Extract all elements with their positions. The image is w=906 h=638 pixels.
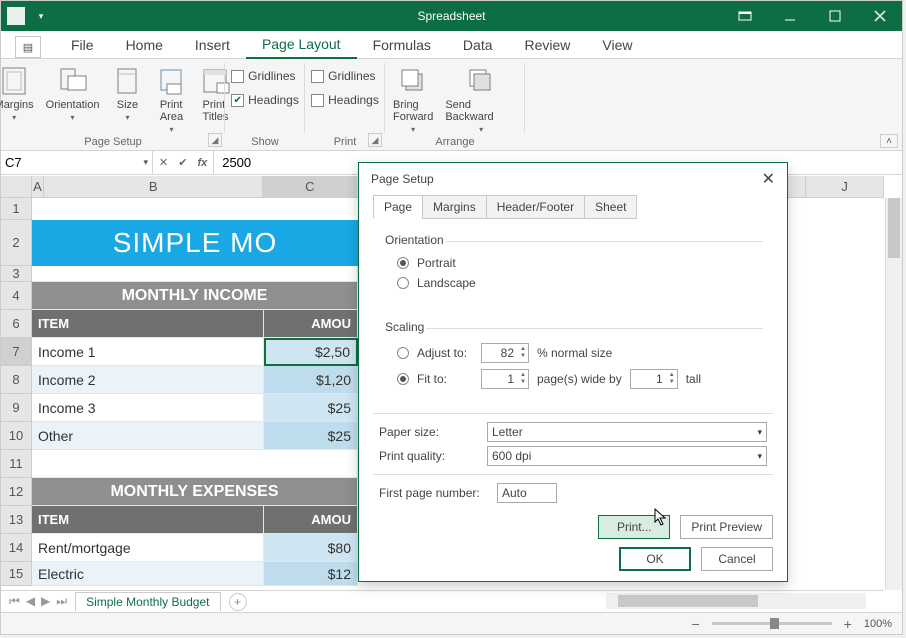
adjust-value[interactable]: 82 — [481, 343, 529, 363]
ribbon-tabs: ▤ File Home Insert Page Layout Formulas … — [1, 31, 902, 59]
group-pagesetup: Page Setup — [7, 135, 219, 149]
print-headings-check[interactable]: Headings — [311, 93, 379, 107]
orientation-label: Orientation — [383, 233, 446, 247]
collapse-ribbon[interactable]: ˄ — [880, 134, 898, 148]
cell-b10[interactable]: Other — [32, 422, 264, 450]
group-arrange: Arrange — [391, 135, 519, 149]
tab-insert[interactable]: Insert — [179, 33, 246, 58]
ok-button[interactable]: OK — [619, 547, 691, 571]
ribbon: Margins▾ Orientation▾ Size▾ Print Area▾ … — [1, 59, 902, 151]
tab-view[interactable]: View — [586, 33, 648, 58]
show-gridlines-check[interactable]: Gridlines — [231, 69, 295, 83]
paper-size-combo[interactable]: Letter▾ — [487, 422, 767, 442]
print-area-button[interactable]: Print Area▾ — [153, 63, 189, 136]
file-button[interactable]: ▤ — [15, 36, 41, 58]
new-sheet-button[interactable]: + — [229, 593, 247, 611]
title-banner: SIMPLE MO — [32, 220, 358, 266]
fit-radio[interactable] — [397, 373, 409, 385]
scaling-label: Scaling — [383, 320, 426, 334]
name-box[interactable]: C7▾ — [1, 151, 153, 174]
fx-icon[interactable]: fx — [197, 157, 207, 169]
paper-size-label: Paper size: — [379, 425, 479, 439]
dialog-close-icon[interactable]: ✕ — [762, 169, 775, 189]
print-quality-combo[interactable]: 600 dpi▾ — [487, 446, 767, 466]
cell-b15[interactable]: Electric — [32, 562, 264, 586]
horizontal-scrollbar[interactable] — [606, 593, 866, 609]
maximize-button[interactable] — [812, 1, 857, 31]
tab-data[interactable]: Data — [447, 33, 509, 58]
sheet-tab-bar: ⏮ ◀ ▶ ⏭ Simple Monthly Budget + — [1, 590, 884, 612]
status-bar: − + 100% — [1, 612, 902, 634]
print-quality-label: Print quality: — [379, 449, 479, 463]
qat-dropdown[interactable]: ▾ — [29, 5, 53, 27]
sheet-tab[interactable]: Simple Monthly Budget — [75, 592, 220, 611]
fit-width[interactable]: 1 — [481, 369, 529, 389]
portrait-radio[interactable] — [397, 257, 409, 269]
first-page-label: First page number: — [379, 486, 489, 500]
group-show: Show — [231, 135, 299, 149]
th-item: ITEM — [32, 310, 264, 338]
landscape-radio[interactable] — [397, 277, 409, 289]
sheet-nav-next[interactable]: ▶ — [41, 594, 50, 609]
page-setup-dialog: Page Setup ✕ Page Margins Header/Footer … — [358, 162, 788, 582]
accept-formula-icon[interactable]: ✔ — [178, 156, 187, 169]
cell-c14[interactable]: $80 — [264, 534, 358, 562]
sheet-nav-prev[interactable]: ◀ — [26, 594, 35, 609]
app-icon — [7, 7, 25, 25]
titlebar: ▾ Spreadsheet — [1, 1, 902, 31]
cell-c9[interactable]: $25 — [264, 394, 358, 422]
adjust-radio[interactable] — [397, 347, 409, 359]
zoom-level[interactable]: 100% — [864, 618, 892, 630]
show-headings-check[interactable]: ✔Headings — [231, 93, 299, 107]
first-page-input[interactable]: Auto — [497, 483, 557, 503]
tab-file[interactable]: File — [55, 33, 110, 58]
tab-home[interactable]: Home — [110, 33, 179, 58]
cancel-formula-icon[interactable]: ✕ — [159, 156, 168, 169]
cancel-button[interactable]: Cancel — [701, 547, 773, 571]
size-button[interactable]: Size▾ — [109, 63, 145, 124]
fit-height[interactable]: 1 — [630, 369, 678, 389]
cell-b9[interactable]: Income 3 — [32, 394, 264, 422]
tab-review[interactable]: Review — [509, 33, 587, 58]
dialog-tab-margins[interactable]: Margins — [422, 195, 487, 219]
zoom-in-button[interactable]: + — [840, 616, 856, 632]
print-preview-button[interactable]: Print Preview — [680, 515, 773, 539]
zoom-slider[interactable] — [712, 622, 832, 625]
tab-formulas[interactable]: Formulas — [357, 33, 447, 58]
section-expenses: MONTHLY EXPENSES — [32, 478, 358, 506]
cell-c15[interactable]: $12 — [264, 562, 358, 586]
cell-b14[interactable]: Rent/mortgage — [32, 534, 264, 562]
send-backward-button[interactable]: Send Backward▾ — [443, 63, 519, 136]
cell-c10[interactable]: $25 — [264, 422, 358, 450]
cell-c8[interactable]: $1,20 — [264, 366, 358, 394]
tab-page-layout[interactable]: Page Layout — [246, 32, 357, 59]
close-button[interactable] — [857, 1, 902, 31]
cell-b7[interactable]: Income 1 — [32, 338, 264, 366]
print-gridlines-check[interactable]: Gridlines — [311, 69, 375, 83]
bring-forward-button[interactable]: Bring Forward▾ — [391, 63, 435, 136]
cell-b8[interactable]: Income 2 — [32, 366, 264, 394]
cell-c7[interactable]: $2,50 — [264, 338, 358, 366]
print-launcher[interactable]: ◢ — [368, 133, 382, 147]
dialog-tab-page[interactable]: Page — [373, 195, 423, 219]
margins-button[interactable]: Margins▾ — [0, 63, 36, 124]
ribbon-display-button[interactable] — [722, 1, 767, 31]
sheet-nav-first[interactable]: ⏮ — [9, 594, 20, 609]
select-all-corner[interactable] — [1, 176, 32, 198]
dialog-title: Page Setup — [371, 172, 434, 186]
dialog-tab-sheet[interactable]: Sheet — [584, 195, 637, 219]
section-income: MONTHLY INCOME — [32, 282, 358, 310]
zoom-out-button[interactable]: − — [687, 616, 703, 632]
dialog-tab-header-footer[interactable]: Header/Footer — [486, 195, 585, 219]
print-button[interactable]: Print... — [598, 515, 670, 539]
th-amount: AMOU — [264, 310, 358, 338]
vertical-scrollbar[interactable] — [885, 198, 902, 590]
pagesetup-launcher[interactable]: ◢ — [208, 133, 222, 147]
orientation-button[interactable]: Orientation▾ — [44, 63, 102, 124]
minimize-button[interactable] — [767, 1, 812, 31]
sheet-nav-last[interactable]: ⏭ — [56, 594, 67, 609]
